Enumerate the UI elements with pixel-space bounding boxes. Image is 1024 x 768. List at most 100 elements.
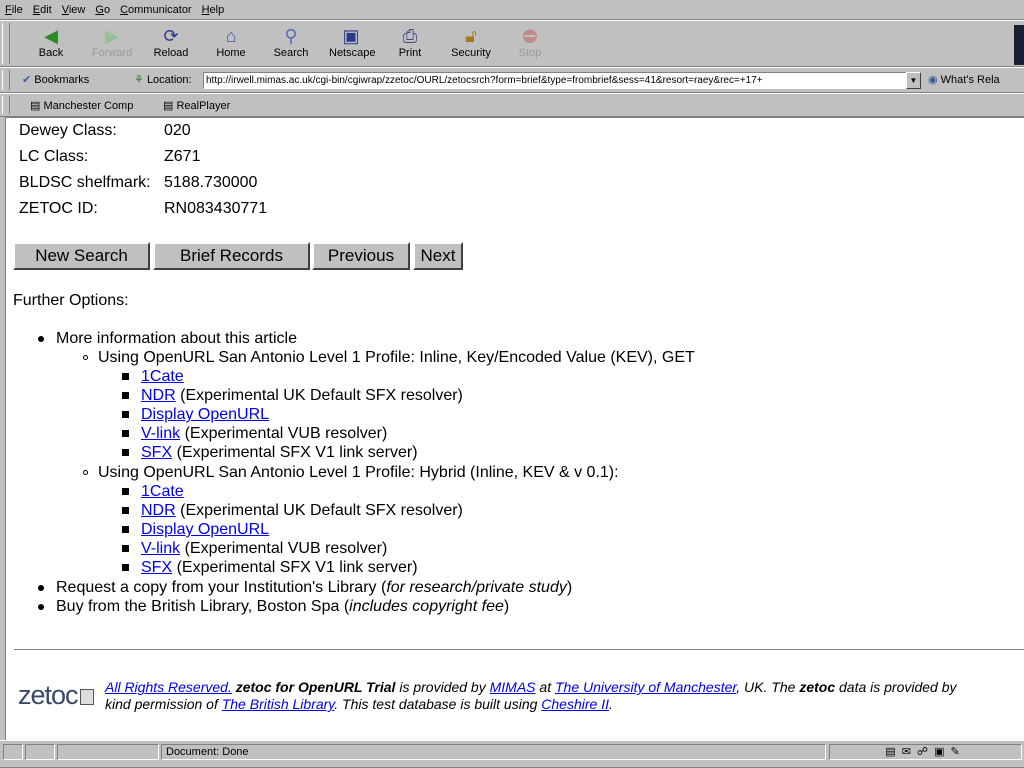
menu-view[interactable]: View xyxy=(57,4,91,16)
stop-label: Stop xyxy=(518,47,542,59)
bookmark-manchester[interactable]: ▤ Manchester Comp xyxy=(30,99,133,112)
navigation-toolbar: ◀ Back ▶ Forward ⟳ Reload ⌂ Home ⚲ Searc… xyxy=(0,20,1024,67)
stop-button[interactable]: ⛔︎ Stop xyxy=(508,23,552,65)
brief-records-button[interactable]: Brief Records xyxy=(153,242,310,270)
forward-button[interactable]: ▶ Forward xyxy=(90,23,134,65)
buy-emphasis: includes copyright fee xyxy=(349,598,504,615)
security-button[interactable]: 🔓︎ Security xyxy=(449,23,493,65)
request-copy-text: Request a copy from your Institution's L… xyxy=(56,579,387,596)
list-item: 1Cate xyxy=(141,483,184,501)
request-copy-item[interactable]: Request a copy from your Institution's L… xyxy=(56,579,572,597)
footer-text: data is provided by xyxy=(835,679,957,695)
list-item: V-link (Experimental VUB resolver) xyxy=(141,425,387,443)
bullet-square xyxy=(122,373,129,380)
menu-file[interactable]: File xyxy=(0,4,28,16)
zetoc-logo-text: zetoc xyxy=(18,680,79,710)
buy-british-library-item[interactable]: Buy from the British Library, Boston Spa… xyxy=(56,598,509,616)
footer-bold-zetoc: zetoc xyxy=(799,679,836,695)
search-button[interactable]: ⚲ Search xyxy=(269,23,313,65)
mail-icon[interactable]: ✉ xyxy=(902,746,917,758)
vlink-link[interactable]: V-link xyxy=(141,425,180,442)
whats-related-icon: ◉ xyxy=(928,74,938,86)
menu-go[interactable]: Go xyxy=(90,4,115,16)
list-item: NDR (Experimental UK Default SFX resolve… xyxy=(141,387,463,405)
home-label: Home xyxy=(216,47,246,59)
netscape-button[interactable]: ▣ Netscape xyxy=(329,23,376,65)
search-label: Search xyxy=(273,47,309,59)
profile1-text: Using OpenURL San Antonio Level 1 Profil… xyxy=(98,349,695,366)
toolbar-grip[interactable] xyxy=(2,23,10,64)
display-openurl-link-hybrid[interactable]: Display OpenURL xyxy=(141,521,269,538)
bookmark-manchester-label: Manchester Comp xyxy=(43,100,134,112)
progress-bar xyxy=(57,744,159,760)
1cate-link-hybrid[interactable]: 1Cate xyxy=(141,483,184,500)
footer-text: is provided by xyxy=(395,679,490,695)
bullet-square xyxy=(122,449,129,456)
previous-button[interactable]: Previous xyxy=(312,242,410,270)
list-item: NDR (Experimental UK Default SFX resolve… xyxy=(141,502,463,520)
footer-text: kind permission of xyxy=(105,696,222,712)
security-lock-icon[interactable] xyxy=(3,744,23,760)
dewey-value: 020 xyxy=(164,122,191,139)
lc-value: Z671 xyxy=(164,148,201,165)
ndr-link-hybrid[interactable]: NDR xyxy=(141,502,176,519)
navigator-icon[interactable]: ▤ xyxy=(885,746,901,758)
display-openurl-link[interactable]: Display OpenURL xyxy=(141,406,269,423)
location-grip[interactable] xyxy=(2,70,10,90)
more-info-text: More information about this article xyxy=(56,330,297,347)
url-field[interactable]: http://irwell.mimas.ac.uk/cgi-bin/cgiwra… xyxy=(203,72,906,89)
url-dropdown-arrow-icon[interactable]: ▼ xyxy=(906,72,921,89)
printer-icon: ⎙ xyxy=(402,26,418,46)
vlink-link-hybrid[interactable]: V-link xyxy=(141,540,180,557)
new-search-button[interactable]: New Search xyxy=(13,242,150,270)
menu-help[interactable]: Help xyxy=(197,4,230,16)
zetoc-logo-book-icon xyxy=(79,688,94,705)
bullet-disc xyxy=(38,336,44,342)
sfx-link-hybrid[interactable]: SFX xyxy=(141,559,172,576)
menu-bar: File Edit View Go Communicator Help xyxy=(0,0,1024,20)
british-library-link[interactable]: The British Library xyxy=(222,696,335,712)
university-link[interactable]: The University of Manchester xyxy=(555,679,736,695)
1cate-link[interactable]: 1Cate xyxy=(141,368,184,385)
reload-button[interactable]: ⟳ Reload xyxy=(149,23,193,65)
bookmarks-button[interactable]: ✔ Bookmarks xyxy=(22,73,89,86)
ndr-description: (Experimental UK Default SFX resolver) xyxy=(175,387,463,404)
newsgroups-icon[interactable]: ☍ xyxy=(917,746,934,758)
home-button[interactable]: ⌂ Home xyxy=(209,23,253,65)
footer-text: . xyxy=(608,696,613,712)
bullet-square xyxy=(122,526,129,533)
all-rights-link[interactable]: All Rights Reserved. xyxy=(105,679,232,695)
whats-related-button[interactable]: ◉ What's Rela xyxy=(928,73,1000,86)
status-text: Document: Done xyxy=(161,744,826,760)
print-button[interactable]: ⎙ Print xyxy=(388,23,432,65)
sfx-link[interactable]: SFX xyxy=(141,444,172,461)
page-content: Dewey Class: 020 LC Class: Z671 BLDSC sh… xyxy=(5,117,1024,740)
netscape-logo xyxy=(1014,25,1024,65)
cheshire-link[interactable]: Cheshire II xyxy=(541,696,609,712)
zetoc-id-value: RN083430771 xyxy=(164,200,268,217)
menu-communicator[interactable]: Communicator xyxy=(115,4,197,16)
composer-icon[interactable]: ✎ xyxy=(950,746,965,758)
ndr-link[interactable]: NDR xyxy=(141,387,176,404)
address-book-icon[interactable]: ▣ xyxy=(934,746,950,758)
bullet-square xyxy=(122,430,129,437)
request-copy-close: ) xyxy=(566,579,573,596)
location-label: ⚘ Location: xyxy=(134,73,192,86)
back-label: Back xyxy=(38,47,64,59)
dewey-label: Dewey Class: xyxy=(19,122,117,139)
footer-text: . This test database is built using xyxy=(334,696,542,712)
bldsc-value: 5188.730000 xyxy=(164,174,258,191)
list-item: V-link (Experimental VUB resolver) xyxy=(141,540,387,558)
back-button[interactable]: ◀ Back xyxy=(29,23,73,65)
status-bar: Document: Done ▤✉☍▣✎ xyxy=(0,740,1024,768)
ndr-description: (Experimental UK Default SFX resolver) xyxy=(175,502,463,519)
bookmark-realplayer[interactable]: ▤ RealPlayer xyxy=(163,99,230,112)
next-button[interactable]: Next xyxy=(413,242,463,270)
menu-edit[interactable]: Edit xyxy=(28,4,57,16)
personal-grip[interactable] xyxy=(2,96,10,114)
mimas-link[interactable]: MIMAS xyxy=(490,679,536,695)
zetoc-logo[interactable]: zetoc xyxy=(18,680,94,711)
forward-arrow-icon: ▶ xyxy=(105,26,119,46)
home-icon: ⌂ xyxy=(225,26,237,46)
netscape-label: Netscape xyxy=(329,47,376,59)
